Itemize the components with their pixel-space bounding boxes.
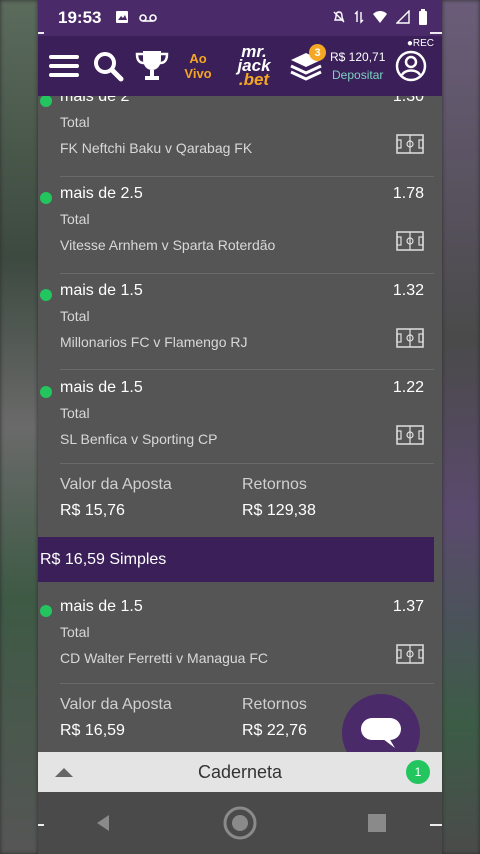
gallery-icon — [115, 10, 129, 27]
recording-frame-corner — [38, 812, 44, 826]
stake-value[interactable]: R$ 16,59 — [60, 722, 125, 740]
betslip-content[interactable]: mais de 2 1.30 Total FK Neftchi Baku v Q… — [38, 96, 442, 752]
multiple-summary: Valor da Aposta R$ 15,76 Retornos R$ 129… — [38, 468, 434, 538]
bet-selection: mais de 1.5 1.37 Total CD Walter Ferrett… — [38, 594, 434, 690]
returns-label: Retornos — [242, 696, 307, 713]
simples-header[interactable]: R$ 16,59 Simples — [38, 537, 434, 582]
bet-market: mais de 2.5 — [60, 185, 143, 202]
status-bar: 19:53 — [38, 0, 442, 36]
ao-vivo-link[interactable]: Ao Vivo — [176, 51, 220, 81]
selection-status-dot — [40, 192, 52, 204]
bet-type: Total — [60, 211, 90, 227]
betslip-count-badge: 3 — [309, 44, 326, 61]
football-field-icon[interactable] — [396, 328, 424, 348]
signal-icon — [395, 8, 410, 27]
wifi-icon — [372, 10, 388, 27]
bet-odds: 1.37 — [392, 598, 424, 615]
bet-market: mais de 1.5 — [60, 379, 143, 396]
selection-status-dot — [40, 96, 52, 107]
selection-status-dot — [40, 289, 52, 301]
returns-label: Retornos — [242, 476, 307, 493]
mute-icon — [332, 10, 346, 27]
football-field-icon[interactable] — [396, 231, 424, 251]
returns-value: R$ 129,38 — [242, 502, 316, 519]
recording-frame-corner — [430, 812, 442, 826]
bet-match: Millonarios FC v Flamengo RJ — [60, 334, 248, 350]
bet-match: FK Neftchi Baku v Qarabag FK — [60, 140, 253, 156]
divider — [60, 176, 434, 177]
bet-odds: 1.22 — [392, 379, 424, 396]
blurred-background-left — [0, 0, 38, 854]
bet-type: Total — [60, 405, 90, 421]
bet-market: mais de 2 — [60, 96, 130, 105]
trophy-icon[interactable] — [132, 46, 172, 86]
divider — [60, 463, 434, 464]
search-icon[interactable] — [88, 46, 128, 86]
football-field-icon[interactable] — [396, 134, 424, 154]
account-icon[interactable] — [391, 46, 431, 86]
recents-icon[interactable] — [367, 813, 387, 833]
bet-selection: mais de 2 1.30 Total FK Neftchi Baku v Q… — [38, 96, 434, 180]
selection-status-dot — [40, 386, 52, 398]
back-icon[interactable] — [93, 813, 113, 833]
selection-status-dot — [40, 605, 52, 617]
menu-icon[interactable] — [44, 46, 84, 86]
chevron-up-icon[interactable] — [54, 766, 74, 778]
bet-market: mais de 1.5 — [60, 282, 143, 299]
bet-type: Total — [60, 308, 90, 324]
football-field-icon[interactable] — [396, 425, 424, 445]
balance-amount: R$ 120,71 — [330, 50, 386, 64]
bet-match: CD Walter Ferretti v Managua FC — [60, 650, 268, 666]
bet-selection: mais de 1.5 1.32 Total Millonarios FC v … — [38, 278, 434, 374]
bet-odds: 1.30 — [392, 96, 424, 105]
recording-frame-corner — [38, 32, 44, 46]
divider — [60, 369, 434, 370]
chat-bubble-icon — [361, 718, 401, 748]
deposit-link[interactable]: Depositar — [330, 68, 385, 82]
balance-block[interactable]: R$ 120,71 Depositar — [330, 50, 385, 82]
caderneta-bar[interactable]: Caderneta 1 — [38, 752, 442, 792]
home-icon[interactable] — [222, 805, 258, 841]
bet-selection: mais de 2.5 1.78 Total Vitesse Arnhem v … — [38, 181, 434, 277]
stake-value[interactable]: R$ 15,76 — [60, 502, 125, 520]
bet-type: Total — [60, 624, 90, 640]
phone-screen: 19:53 Ao Vivo mr. jack .bet 3 R$ 120,71 … — [38, 0, 442, 854]
bet-match: Vitesse Arnhem v Sparta Roterdão — [60, 237, 276, 253]
android-navbar — [38, 792, 442, 854]
divider — [60, 273, 434, 274]
mrjack-logo[interactable]: mr. jack .bet — [226, 43, 282, 89]
stake-label: Valor da Aposta — [60, 696, 172, 713]
app-header: Ao Vivo mr. jack .bet 3 R$ 120,71 Deposi… — [38, 36, 442, 96]
bet-market: mais de 1.5 — [60, 598, 143, 615]
stake-label: Valor da Aposta — [60, 476, 172, 493]
recording-frame-corner — [430, 32, 442, 46]
football-field-icon[interactable] — [396, 644, 424, 664]
divider — [60, 683, 434, 684]
caderneta-count-badge: 1 — [406, 760, 430, 784]
bet-match: SL Benfica v Sporting CP — [60, 431, 218, 447]
bet-type: Total — [60, 114, 90, 130]
battery-icon — [418, 8, 428, 28]
returns-value: R$ 22,76 — [242, 722, 307, 739]
blurred-background-right — [442, 0, 480, 854]
bet-selection: mais de 1.5 1.22 Total SL Benfica v Spor… — [38, 375, 434, 471]
voicemail-icon — [139, 10, 158, 27]
status-time: 19:53 — [58, 8, 102, 27]
caderneta-title: Caderneta — [197, 761, 283, 782]
data-arrows-icon — [354, 9, 364, 27]
betslip-button[interactable]: 3 — [286, 44, 326, 86]
bet-odds: 1.78 — [392, 185, 424, 202]
bet-odds: 1.32 — [392, 282, 424, 299]
